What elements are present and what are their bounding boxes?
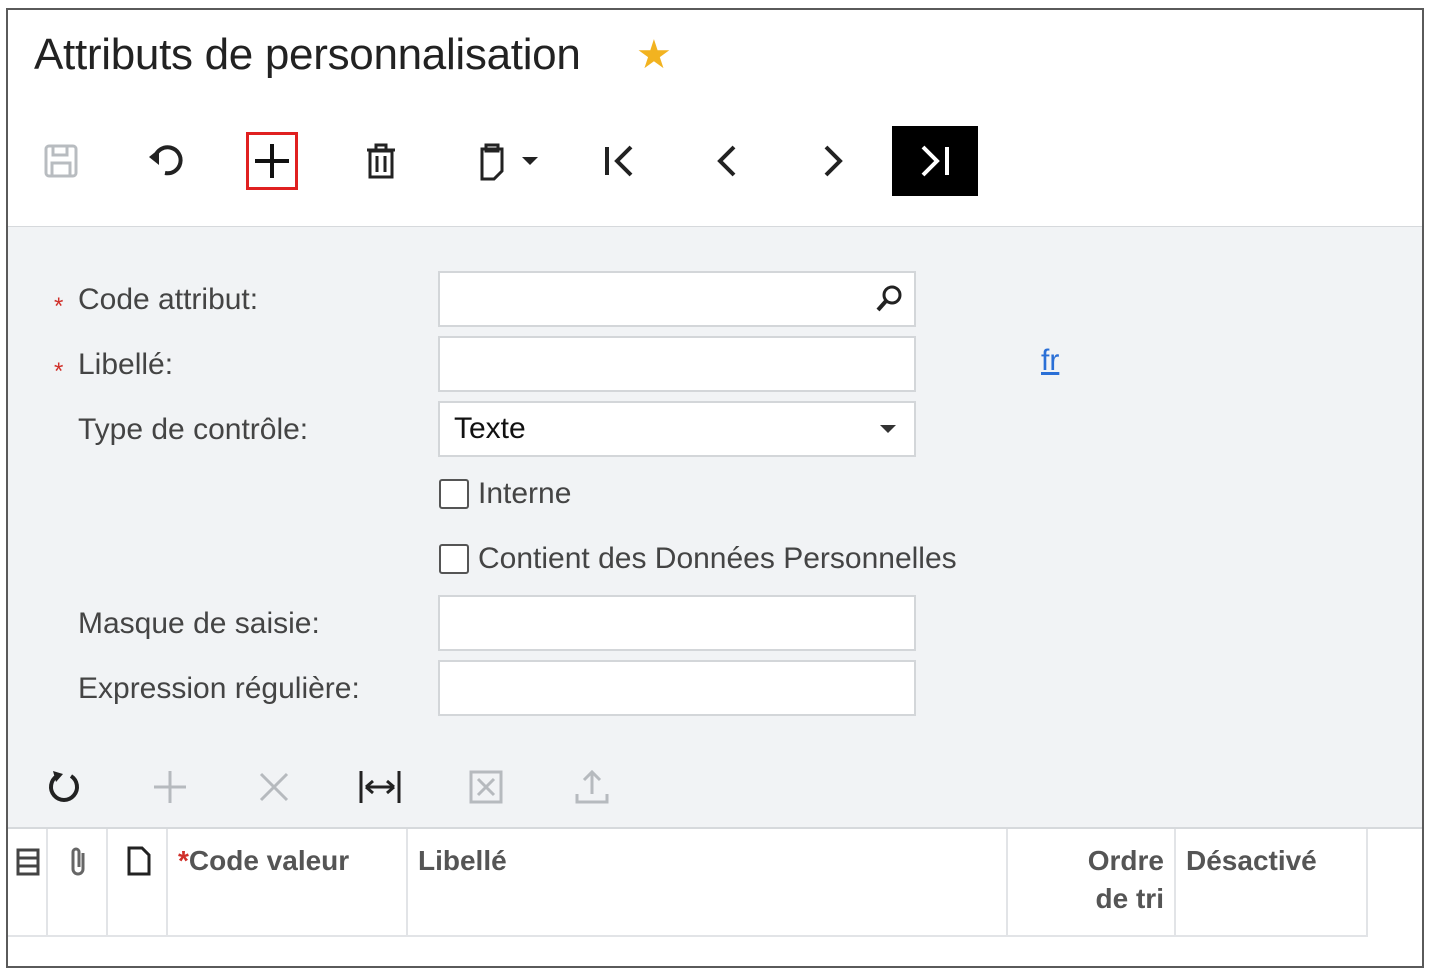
required-mark: * — [54, 358, 64, 385]
chevron-down-icon — [880, 425, 896, 433]
fit-columns-button[interactable] — [350, 757, 410, 817]
fit-width-icon — [359, 771, 401, 803]
undo-button[interactable] — [142, 126, 192, 196]
expression-reguliere-input[interactable] — [438, 660, 916, 716]
grid-col-libelle[interactable]: Libellé — [408, 829, 1008, 937]
language-link[interactable]: fr — [1041, 344, 1059, 378]
masque-saisie-input[interactable] — [438, 595, 916, 651]
grid-col-desactive[interactable]: Désactivé — [1176, 829, 1368, 937]
grid-col-code-valeur[interactable]: *Code valeur — [168, 829, 408, 937]
chevron-down-icon — [522, 157, 538, 165]
code-valeur-header: *Code valeur — [178, 845, 349, 877]
upload-icon — [575, 769, 609, 804]
ordre-header-line1: Ordre — [1087, 845, 1164, 876]
window-frame: Attributs de personnalisation ★ * Code a… — [6, 8, 1424, 968]
desactive-header: Désactivé — [1186, 845, 1317, 876]
delete-button[interactable] — [356, 126, 406, 196]
page-title: Attributs de personnalisation — [34, 30, 581, 79]
last-record-button[interactable] — [892, 126, 978, 196]
trash-icon — [367, 143, 395, 179]
grid-col-attachments[interactable] — [48, 829, 108, 937]
required-mark: * — [178, 845, 189, 876]
grid-add-row-button[interactable] — [140, 757, 200, 817]
code-valeur-header-text: Code valeur — [188, 845, 350, 876]
libelle-input[interactable] — [438, 336, 916, 392]
code-attribut-input[interactable] — [438, 271, 916, 327]
donnees-personnelles-label: Contient des Données Personnelles — [478, 542, 957, 575]
libelle-label: Libellé: — [78, 348, 174, 381]
plus-icon — [154, 771, 186, 803]
document-icon — [127, 846, 151, 876]
libelle-header: Libellé — [418, 845, 507, 876]
clipboard-icon — [480, 143, 504, 181]
previous-record-button[interactable] — [702, 126, 752, 196]
excel-icon — [469, 770, 503, 804]
type-controle-value: Texte — [454, 412, 526, 445]
page-header: Attributs de personnalisation ★ — [8, 10, 1422, 227]
save-button[interactable] — [36, 126, 86, 196]
interne-checkbox[interactable] — [439, 479, 469, 509]
required-mark: * — [54, 293, 64, 320]
expression-reguliere-label: Expression régulière: — [78, 672, 360, 705]
close-icon — [259, 772, 289, 802]
search-icon[interactable] — [874, 283, 906, 315]
ordre-header-line2: de tri — [1095, 883, 1164, 914]
grid-col-notes[interactable] — [8, 829, 48, 937]
first-icon — [605, 145, 633, 177]
add-record-button[interactable] — [246, 132, 298, 190]
form-area: * Code attribut: * Libellé: fr Type de c… — [8, 227, 1422, 966]
last-icon — [921, 145, 949, 177]
grid-col-ordre-tri[interactable]: Ordre de tri — [1008, 829, 1176, 937]
next-record-button[interactable] — [808, 126, 858, 196]
values-grid: *Code valeur Libellé Ordre de tri Désact… — [8, 827, 1422, 966]
refresh-button[interactable] — [34, 757, 94, 817]
save-icon — [44, 144, 78, 178]
interne-label: Interne — [478, 477, 572, 510]
type-controle-select[interactable]: Texte — [438, 401, 916, 457]
refresh-icon — [49, 771, 79, 802]
clipboard-dropdown-button[interactable] — [462, 126, 552, 196]
favorite-star-icon[interactable]: ★ — [636, 32, 672, 78]
grid-col-document[interactable] — [108, 829, 168, 937]
paperclip-icon — [71, 847, 85, 876]
grid-delete-row-button[interactable] — [244, 757, 304, 817]
export-excel-button[interactable] — [456, 757, 516, 817]
upload-button[interactable] — [562, 757, 622, 817]
chevron-left-icon — [717, 145, 736, 177]
plus-icon — [255, 144, 289, 178]
first-record-button[interactable] — [594, 126, 644, 196]
notes-icon — [16, 848, 40, 876]
masque-saisie-label: Masque de saisie: — [78, 607, 320, 640]
code-attribut-label: Code attribut: — [78, 283, 259, 316]
chevron-right-icon — [824, 145, 843, 177]
donnees-personnelles-checkbox[interactable] — [439, 544, 469, 574]
undo-icon — [149, 145, 183, 176]
type-controle-label: Type de contrôle: — [78, 413, 309, 446]
